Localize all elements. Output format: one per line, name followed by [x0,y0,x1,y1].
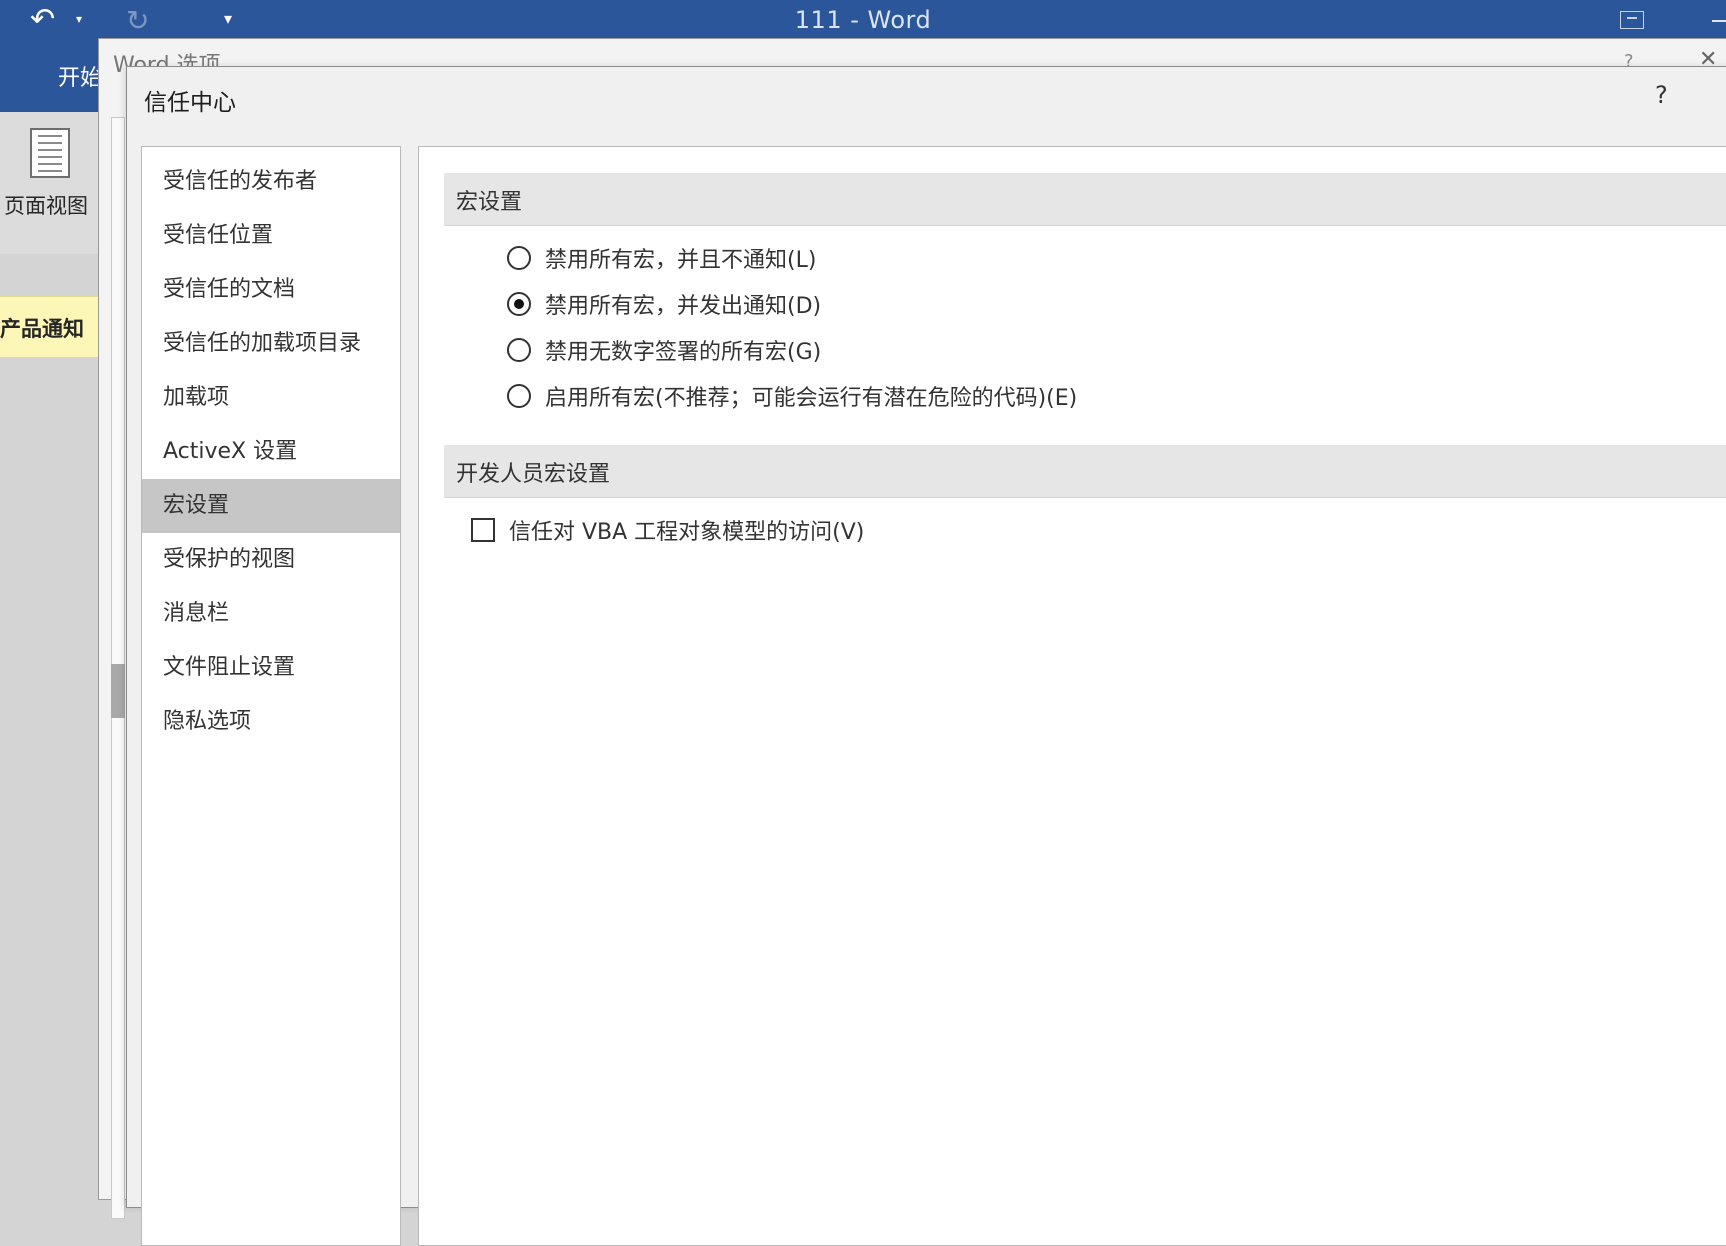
radio-button[interactable] [507,246,531,270]
option-label: 禁用所有宏，并且不通知(L) [545,248,817,273]
developer-macro-settings-section-header: 开发人员宏设置 [444,445,1726,498]
macro-settings-section-header: 宏设置 [444,173,1726,226]
nav-item-activex-settings[interactable]: ActiveX 设置 [142,425,400,479]
section-title: 开发人员宏设置 [456,462,611,487]
ribbon-display-options-icon[interactable] [1620,11,1644,29]
trust-center-dialog: 信任中心 ? 受信任的发布者 受信任位置 受信任的文档 受信任的加载项目录 加载… [126,66,1726,1246]
nav-item-trusted-publishers[interactable]: 受信任的发布者 [142,155,400,209]
option-label: 启用所有宏(不推荐；可能会运行有潜在危险的代码)(E) [545,386,1078,411]
word-title-bar: ↶ ▾ ↻ ▾ 111 - Word [0,0,1726,40]
product-notice-label: 产品通知 [0,317,84,341]
nav-item-file-block-settings[interactable]: 文件阻止设置 [142,641,400,695]
window-title: 111 - Word [794,6,932,34]
minimize-icon[interactable] [1712,20,1726,22]
option-disable-all-with-notify[interactable]: 禁用所有宏，并发出通知(D) [507,284,821,324]
trust-center-nav: 受信任的发布者 受信任位置 受信任的文档 受信任的加载项目录 加载项 Activ… [141,146,401,1246]
nav-item-macro-settings[interactable]: 宏设置 [142,479,400,533]
nav-item-message-bar[interactable]: 消息栏 [142,587,400,641]
page-view-icon[interactable] [30,128,70,178]
option-label: 信任对 VBA 工程对象模型的访问(V) [509,520,865,545]
option-label: 禁用所有宏，并发出通知(D) [545,294,822,319]
nav-item-trusted-locations[interactable]: 受信任位置 [142,209,400,263]
tab-home[interactable]: 开始 [58,60,102,92]
macro-settings-panel: 宏设置 禁用所有宏，并且不通知(L) 禁用所有宏，并发出通知(D) 禁用无数字签… [418,146,1726,1246]
nav-item-protected-view[interactable]: 受保护的视图 [142,533,400,587]
option-enable-all[interactable]: 启用所有宏(不推荐；可能会运行有潜在危险的代码)(E) [507,376,1077,416]
radio-button[interactable] [507,292,531,316]
radio-button[interactable] [507,384,531,408]
nav-item-trusted-documents[interactable]: 受信任的文档 [142,263,400,317]
section-title: 宏设置 [456,190,523,215]
nav-item-privacy-options[interactable]: 隐私选项 [142,695,400,749]
help-button[interactable]: ? [1655,81,1668,109]
option-disable-all-no-notify[interactable]: 禁用所有宏，并且不通知(L) [507,238,816,278]
option-label: 禁用无数字签署的所有宏(G) [545,340,822,365]
radio-button[interactable] [507,338,531,362]
scrollbar-thumb[interactable] [111,664,125,718]
nav-item-trusted-addin-catalogs[interactable]: 受信任的加载项目录 [142,317,400,371]
dialog-title: 信任中心 [144,90,236,116]
option-disable-unsigned[interactable]: 禁用无数字签署的所有宏(G) [507,330,821,370]
nav-item-addins[interactable]: 加载项 [142,371,400,425]
option-trust-vba-access[interactable]: 信任对 VBA 工程对象模型的访问(V) [471,510,864,550]
page-view-label[interactable]: 页面视图 [4,190,88,220]
checkbox[interactable] [471,518,495,542]
